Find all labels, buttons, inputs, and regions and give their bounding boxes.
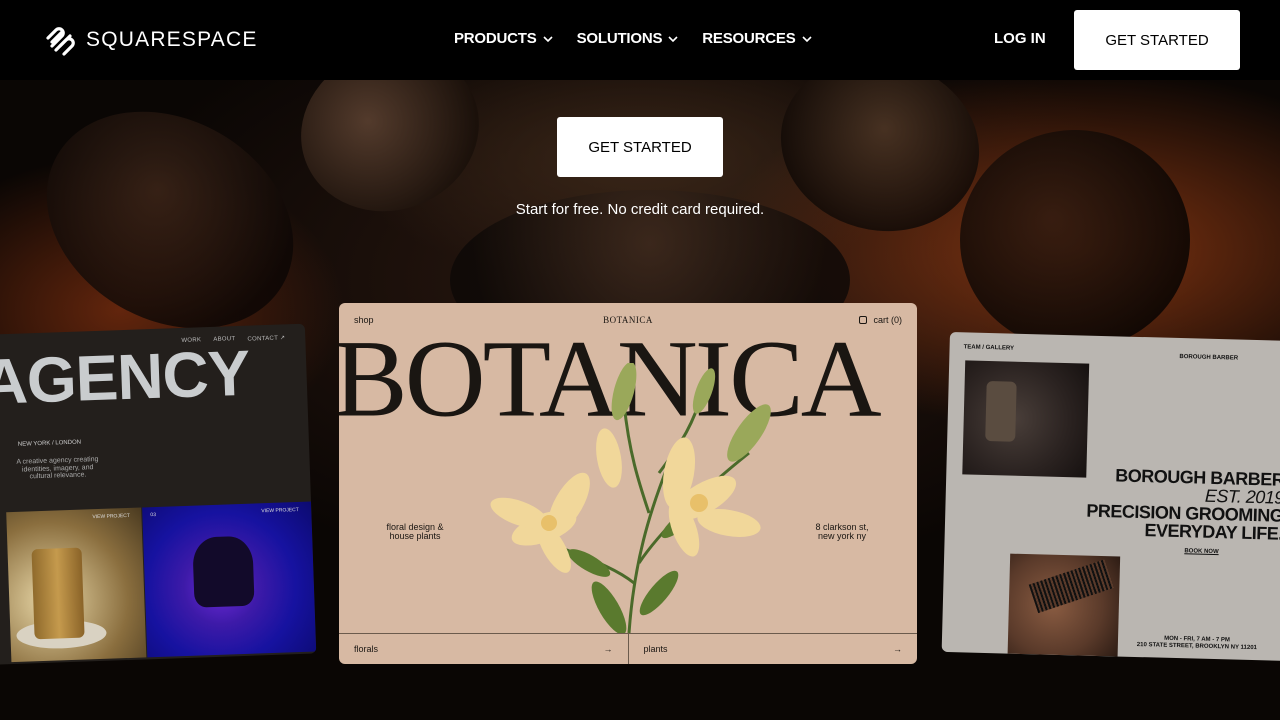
barber-headline: BOROUGH BARBER EST. 2019 PRECISION GROOM… xyxy=(1063,465,1280,543)
agency-description: A creative agency creating identities, i… xyxy=(16,455,99,481)
top-navigation: SQUARESPACE PRODUCTS SOLUTIONS RESOURCES… xyxy=(0,0,1280,80)
get-started-button-nav[interactable]: GET STARTED xyxy=(1074,10,1240,70)
botanica-florals-link[interactable]: florals → xyxy=(339,634,629,664)
agency-menu-contact: CONTACT ↗ xyxy=(247,335,286,343)
nav-solutions[interactable]: SOLUTIONS xyxy=(577,30,679,47)
barber-chair-image xyxy=(962,360,1090,478)
nav-resources[interactable]: RESOURCES xyxy=(702,30,812,47)
login-link[interactable]: LOG IN xyxy=(994,30,1046,47)
lily-flower-image xyxy=(490,363,771,633)
botanica-left-text: floral design & house plants xyxy=(386,522,444,542)
botanica-plants-label: plants xyxy=(643,644,668,654)
chair-shape xyxy=(985,380,1017,442)
nav-menu: PRODUCTS SOLUTIONS RESOURCES xyxy=(454,30,836,47)
portrait-silhouette-image xyxy=(192,535,255,608)
squarespace-logo[interactable]: SQUARESPACE xyxy=(40,24,258,56)
nav-resources-label: RESOURCES xyxy=(702,30,796,47)
barber-headline-4: EVERYDAY LIFE. xyxy=(1144,520,1280,544)
chevron-down-icon xyxy=(668,35,678,42)
barber-brand: BOROUGH BARBER xyxy=(1179,354,1239,362)
chevron-down-icon xyxy=(801,35,812,42)
brand-name: SQUARESPACE xyxy=(86,28,258,51)
arrow-right-icon: → xyxy=(603,644,613,654)
hero-section: GET STARTED Start for free. No credit ca… xyxy=(0,80,1280,720)
chevron-down-icon xyxy=(543,35,553,42)
arrow-right-icon: → xyxy=(893,644,902,654)
barber-template-card[interactable]: TEAM / GALLERY BOROUGH BARBER BOROUGH BA… xyxy=(941,332,1280,661)
botanica-template-card[interactable]: shop BOTANICA cart (0) BOTANICA floral d… xyxy=(339,303,917,664)
botanica-plants-link[interactable]: plants → xyxy=(629,634,918,664)
barber-hours: MON - FRI, 7 AM - 7 PM 210 STATE STREET,… xyxy=(1132,635,1262,653)
hero-subtitle: Start for free. No credit card required. xyxy=(515,201,765,218)
barber-book-now-link: BOOK NOW xyxy=(1184,548,1219,556)
nav-products-label: PRODUCTS xyxy=(454,30,537,47)
agency-title: AGENCY xyxy=(0,336,251,418)
nav-solutions-label: SOLUTIONS xyxy=(576,30,663,47)
agency-tile2-index: 03 xyxy=(150,511,157,519)
background-petal xyxy=(960,130,1190,350)
nav-products[interactable]: PRODUCTS xyxy=(454,30,553,47)
squarespace-logo-icon xyxy=(46,27,75,56)
botanica-florals-label: florals xyxy=(354,644,379,654)
botanica-footer: florals → plants → xyxy=(339,633,917,664)
get-started-button-hero[interactable]: GET STARTED xyxy=(557,117,723,177)
botanica-right-text: 8 clarkson st, new york ny xyxy=(815,522,869,542)
suitcase-image xyxy=(31,547,85,640)
agency-location: NEW YORK / LONDON xyxy=(17,439,82,448)
agency-template-card[interactable]: WORK ABOUT CONTACT ↗ AGENCY NEW YORK / L… xyxy=(0,323,317,665)
barber-nav: TEAM / GALLERY xyxy=(963,344,1015,352)
